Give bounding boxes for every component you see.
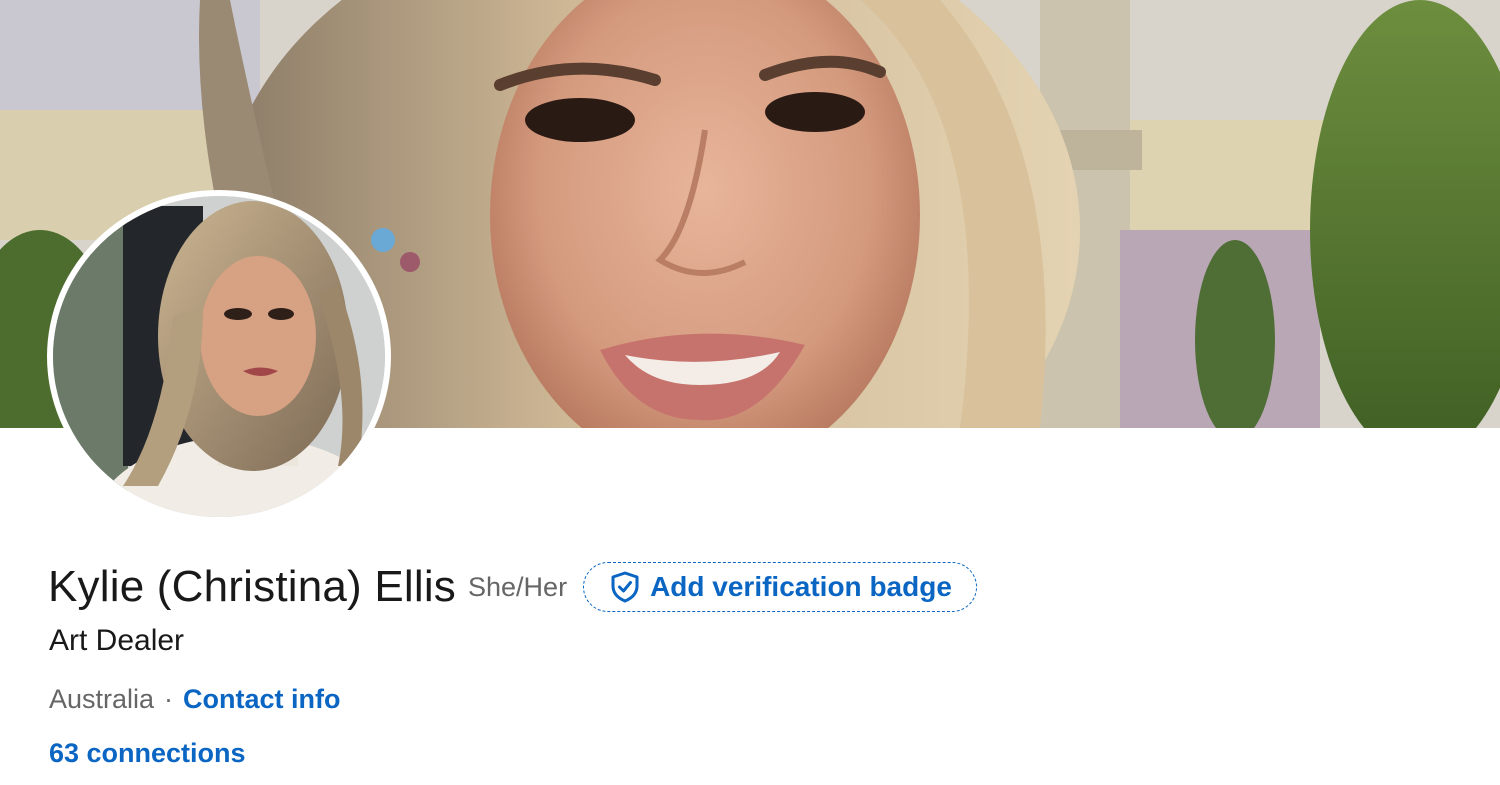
location-row: Australia · Contact info [49, 684, 341, 715]
profile-location: Australia [49, 684, 155, 714]
profile-pronouns: She/Her [468, 571, 568, 602]
separator-dot: · [164, 684, 174, 714]
profile-headline: Art Dealer [49, 624, 185, 657]
avatar-photo [53, 196, 385, 517]
verification-label: Add verification badge [650, 571, 952, 602]
profile-avatar[interactable] [47, 190, 391, 523]
shield-check-icon [610, 571, 640, 603]
connections-row: 63 connections [49, 738, 246, 769]
contact-info-link[interactable]: Contact info [183, 684, 340, 715]
add-verification-badge-button[interactable]: Add verification badge [583, 562, 977, 612]
avatar-image [53, 196, 385, 517]
profile-name: Kylie (Christina) Ellis [48, 562, 457, 611]
connections-link[interactable]: 63 connections [49, 738, 246, 768]
profile-page: Kylie (Christina) Ellis She/Her Add veri… [0, 0, 1500, 785]
name-row: Kylie (Christina) Ellis She/Her Add veri… [48, 562, 977, 612]
